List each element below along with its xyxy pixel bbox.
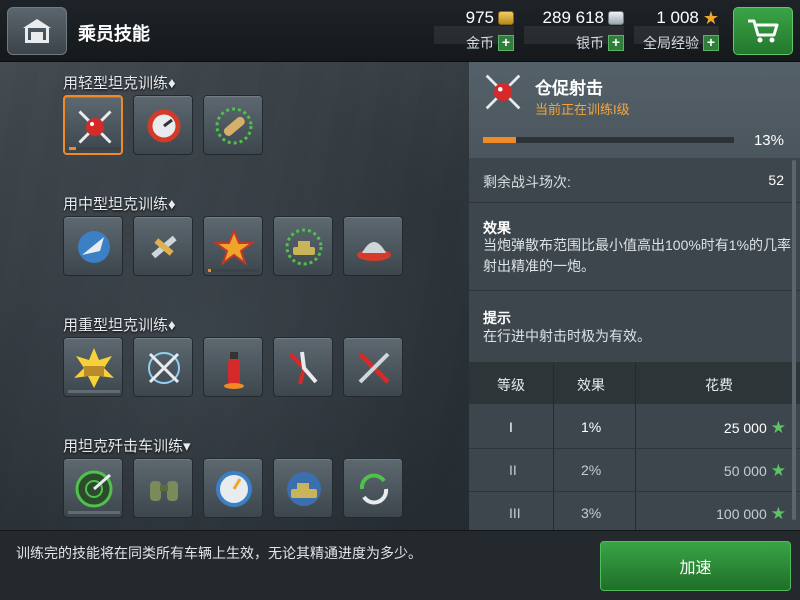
star-shield-icon bbox=[212, 228, 256, 266]
buy-gold-button[interactable]: + bbox=[498, 35, 514, 51]
skill-reload[interactable] bbox=[343, 458, 403, 518]
td-group-title: 用坦克歼击车训练▾ bbox=[63, 438, 191, 455]
binoculars-icon bbox=[150, 481, 178, 501]
row-effect: 3% bbox=[581, 505, 602, 521]
remaining-battles-label: 剩余战斗场次: bbox=[483, 174, 571, 190]
sniper-target-icon bbox=[75, 470, 113, 508]
silver-label: 银币 bbox=[576, 35, 604, 51]
training-status: 当前正在训练I级 bbox=[535, 102, 630, 117]
effect-text: 当炮弹散布范围比最小值高出100%时有1%的几率射出精准的一炮。 bbox=[483, 237, 792, 274]
xp-label: 全局经验 bbox=[643, 35, 699, 51]
row-effect: 2% bbox=[581, 462, 602, 478]
helmet-icon bbox=[357, 242, 391, 261]
bottom-bar: 训练完的技能将在同类所有车辆上生效，无论其精通进度为多少。 加速 bbox=[0, 530, 800, 600]
ammo-shell-icon bbox=[215, 107, 253, 145]
footer-note: 训练完的技能将在同类所有车辆上生效，无论其精通进度为多少。 bbox=[16, 545, 422, 561]
table-row: II 2% 50 000 ★ bbox=[469, 449, 800, 492]
skill-tank-target[interactable] bbox=[273, 216, 333, 276]
skill-armor-explosion[interactable] bbox=[63, 337, 123, 397]
gold-currency: 975 金币 + bbox=[434, 8, 514, 54]
gold-coin-icon bbox=[498, 11, 514, 25]
skill-camo-tank[interactable] bbox=[273, 458, 333, 518]
cart-icon bbox=[748, 19, 779, 43]
skill-repair-gauge[interactable] bbox=[133, 95, 193, 155]
xp-value: 1 008 bbox=[656, 8, 699, 27]
skill-pliers[interactable] bbox=[273, 337, 333, 397]
xp-star-icon: ★ bbox=[770, 418, 786, 437]
top-bar: 乘员技能 975 金币 + 289 618 银币 + 1 008 ★ 全局经验 bbox=[0, 0, 800, 62]
skill-extinguisher[interactable] bbox=[203, 337, 263, 397]
gold-value: 975 bbox=[465, 8, 494, 27]
col-cost: 花费 bbox=[705, 377, 733, 393]
camo-tank-icon bbox=[287, 472, 321, 506]
skill-crossed-swords[interactable] bbox=[133, 337, 193, 397]
heavy-tank-group-title: 用重型坦克训练♦ bbox=[63, 317, 176, 334]
tank-target-icon bbox=[285, 228, 323, 266]
skill-name: 仓促射击 bbox=[535, 79, 603, 98]
row-level: II bbox=[509, 462, 517, 478]
table-row: III 3% 100 000 ★ bbox=[469, 492, 800, 535]
snap-shot-icon bbox=[77, 109, 113, 145]
global-xp-currency: 1 008 ★ 全局经验 + bbox=[634, 8, 719, 54]
light-tank-group-title: 用轻型坦克训练♦ bbox=[63, 75, 176, 92]
snap-shot-icon bbox=[485, 74, 521, 110]
silver-value: 289 618 bbox=[542, 8, 604, 27]
garage-button[interactable] bbox=[7, 7, 67, 55]
row-cost: 50 000 bbox=[723, 462, 767, 479]
remaining-battles-value: 52 bbox=[768, 172, 784, 188]
row-cost: 25 000 bbox=[723, 419, 767, 436]
skill-tools[interactable] bbox=[343, 337, 403, 397]
repair-gauge-icon bbox=[147, 109, 181, 143]
skill-ammo[interactable] bbox=[203, 95, 263, 155]
pliers-icon bbox=[288, 351, 318, 385]
reload-icon bbox=[359, 473, 389, 505]
shop-cart-button[interactable] bbox=[733, 7, 793, 55]
tools-icon bbox=[358, 352, 390, 384]
xp-star-icon: ★ bbox=[770, 504, 786, 523]
crossed-wrench-icon bbox=[151, 235, 177, 259]
page-title: 乘员技能 bbox=[78, 24, 150, 44]
armor-explosion-icon bbox=[74, 348, 114, 388]
col-effect: 效果 bbox=[577, 377, 605, 393]
garage-icon bbox=[23, 19, 51, 43]
medium-tank-group-title: 用中型坦克训练♦ bbox=[63, 196, 176, 213]
training-progress-text: 13% bbox=[753, 132, 784, 149]
row-level: III bbox=[509, 505, 521, 521]
buy-xp-button[interactable]: + bbox=[703, 35, 719, 51]
skill-sniper[interactable] bbox=[63, 458, 123, 518]
accelerate-button[interactable]: 加速 bbox=[600, 541, 791, 591]
skill-rocket[interactable] bbox=[63, 216, 123, 276]
training-progress-bar bbox=[483, 137, 734, 143]
skill-speedometer[interactable] bbox=[203, 458, 263, 518]
skill-wrench[interactable] bbox=[133, 216, 193, 276]
xp-star-icon: ★ bbox=[770, 461, 786, 480]
row-effect: 1% bbox=[581, 419, 602, 435]
tip-text: 在行进中射击时极为有效。 bbox=[483, 328, 651, 344]
gold-label: 金币 bbox=[466, 35, 494, 51]
skill-detail-panel: 仓促射击 当前正在训练I级 13% 剩余战斗场次: 52 效果 当炮弹散布范围比… bbox=[469, 62, 800, 530]
row-level: I bbox=[509, 419, 513, 435]
table-row: I 1% 25 000 ★ bbox=[469, 406, 800, 449]
detail-scrollbar[interactable] bbox=[792, 160, 796, 520]
fire-extinguisher-icon bbox=[224, 352, 244, 389]
rocket-boost-icon bbox=[78, 231, 110, 263]
skill-binoculars[interactable] bbox=[133, 458, 193, 518]
silver-coin-icon bbox=[608, 11, 624, 25]
skill-star-shield[interactable] bbox=[203, 216, 263, 276]
skill-helmet[interactable] bbox=[343, 216, 403, 276]
buy-silver-button[interactable]: + bbox=[608, 35, 624, 51]
silver-currency: 289 618 银币 + bbox=[524, 8, 624, 54]
skill-snap-shot[interactable] bbox=[63, 95, 123, 155]
crossed-swords-icon bbox=[148, 352, 180, 384]
col-level: 等级 bbox=[497, 377, 525, 393]
speedometer-icon bbox=[216, 471, 252, 507]
tip-title: 提示 bbox=[483, 310, 511, 326]
star-icon: ★ bbox=[702, 8, 719, 28]
row-cost: 100 000 bbox=[716, 505, 767, 522]
